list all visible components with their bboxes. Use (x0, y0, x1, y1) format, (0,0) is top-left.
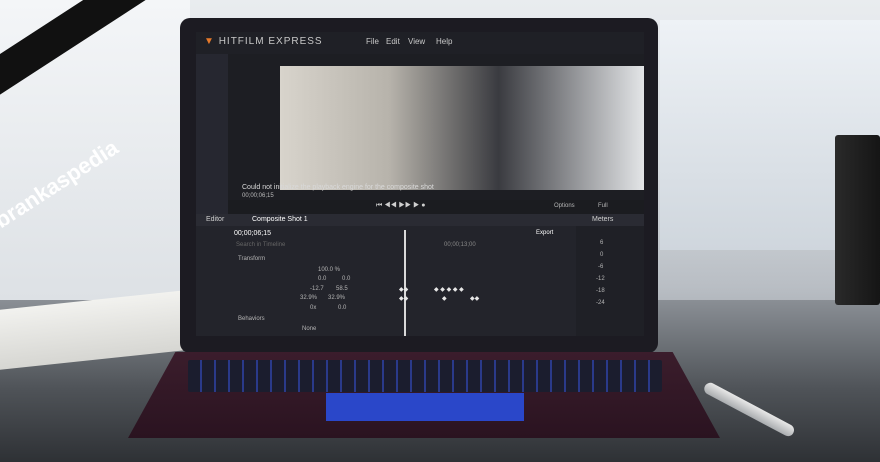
keyframe-marker[interactable]: ◆◆ (399, 286, 408, 293)
row-value-a[interactable]: 32.9% (300, 295, 317, 301)
zoom-select[interactable]: Full (598, 203, 608, 209)
playhead[interactable] (404, 230, 406, 336)
tab-editor[interactable]: Editor (206, 216, 224, 223)
playback-error-message: Could not initialize the playback engine… (242, 184, 434, 191)
timeline-panel: 00;00;06;15 Search in Timeline Export 00… (196, 226, 576, 336)
camera (835, 135, 880, 305)
audio-meters: 6 0 -6 -12 -18 -24 (576, 226, 644, 336)
keyframe-marker[interactable]: ◆◆ (470, 295, 479, 302)
transport-icons[interactable]: ⏮ ◀◀ ▶▶ ▶ ● (376, 202, 426, 210)
keyframe-marker[interactable]: ◆ (442, 295, 447, 302)
keyframe-marker[interactable]: ◆ ◆ ◆ ◆ ◆ (434, 286, 464, 293)
timeline-timecode: 00;00;06;15 (234, 230, 271, 237)
tab-meters[interactable]: Meters (592, 216, 613, 223)
menu-view[interactable]: View (408, 37, 425, 46)
meter-label: -6 (598, 264, 604, 270)
row-value-a[interactable]: 100.0 % (318, 267, 340, 273)
app-logo: ▼ HITFILM EXPRESS (204, 36, 323, 47)
options-menu[interactable]: Options (554, 203, 575, 209)
panel-tabs: Editor Composite Shot 1 Meters (196, 214, 644, 226)
playback-controls: ⏮ ◀◀ ▶▶ ▶ ● Options Full (228, 200, 644, 214)
laptop-screen: ▼ HITFILM EXPRESS File Edit View Help Co… (196, 32, 644, 336)
video-viewer (280, 66, 644, 190)
tool-strip (196, 54, 228, 214)
export-button[interactable]: Export (536, 230, 553, 236)
row-value-b[interactable]: 0.0 (342, 276, 350, 282)
tab-composite-shot[interactable]: Composite Shot 1 (252, 216, 308, 223)
meter-label: 6 (600, 240, 604, 246)
row-value-a[interactable]: 0x (310, 305, 316, 311)
meter-label: -12 (596, 276, 605, 282)
transform-group[interactable]: Transform (238, 256, 265, 262)
behavior-value[interactable]: None (302, 326, 316, 332)
meter-label: 0 (600, 252, 604, 258)
menu-file[interactable]: File (366, 37, 379, 46)
meter-label: -24 (596, 300, 605, 306)
behaviors-group[interactable]: Behaviors (238, 316, 265, 322)
viewer-timecode: 00;00;06;15 (242, 193, 274, 199)
keyframe-marker[interactable]: ◆◆ (399, 295, 408, 302)
meter-label: -18 (596, 288, 605, 294)
row-value-a[interactable]: -12.7 (310, 286, 324, 292)
row-value-b[interactable]: 58.5 (336, 286, 348, 292)
row-value-b[interactable]: 32.9% (328, 295, 345, 301)
timeline-search[interactable]: Search in Timeline (236, 242, 285, 248)
keyboard (188, 360, 662, 392)
ruler-end-time: 00;00;13;00 (444, 242, 476, 248)
menu-help[interactable]: Help (436, 37, 452, 46)
touchpad (326, 393, 524, 421)
row-value-b[interactable]: 0.0 (338, 305, 346, 311)
menu-edit[interactable]: Edit (386, 37, 400, 46)
row-value-a[interactable]: 0.0 (318, 276, 326, 282)
